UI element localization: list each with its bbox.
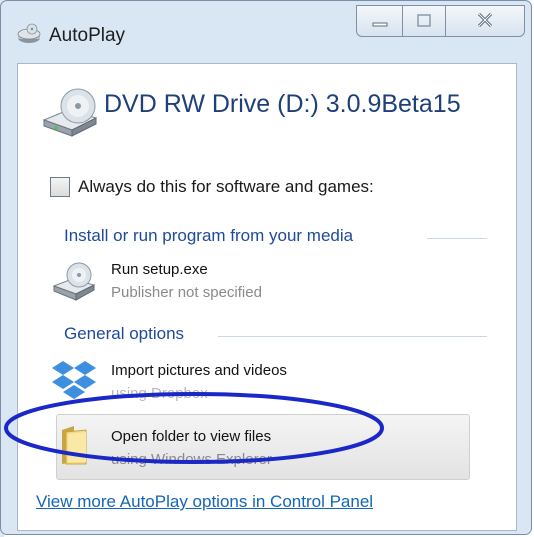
section-divider — [427, 238, 487, 239]
section-general-heading: General options — [64, 324, 185, 343]
section-divider — [218, 336, 487, 337]
always-do-this-checkbox[interactable] — [50, 177, 70, 197]
section-install-heading: Install or run program from your media — [64, 226, 354, 245]
close-icon — [477, 12, 493, 28]
minimize-icon — [372, 22, 388, 27]
close-button[interactable] — [445, 5, 525, 37]
maximize-button[interactable] — [402, 5, 446, 37]
drive-title: DVD RW Drive (D:) 3.0.9Beta15 — [104, 90, 461, 118]
autoplay-icon — [17, 23, 41, 43]
control-panel-link[interactable]: View more AutoPlay options in Control Pa… — [36, 492, 373, 512]
annotation-ellipse — [4, 392, 384, 464]
option-run-setup-title[interactable]: Run setup.exe — [111, 261, 208, 278]
window-title: AutoPlay — [49, 25, 126, 46]
dvd-drive-icon — [52, 262, 96, 301]
title-bar[interactable]: AutoPlay — [1, 1, 531, 61]
option-run-setup-subtitle: Publisher not specified — [111, 284, 262, 301]
minimize-button[interactable] — [356, 5, 403, 37]
maximize-icon — [417, 14, 431, 27]
always-do-this-label[interactable]: Always do this for software and games: — [78, 177, 374, 197]
option-import-title[interactable]: Import pictures and videos — [111, 362, 287, 379]
dvd-drive-icon — [42, 88, 98, 137]
